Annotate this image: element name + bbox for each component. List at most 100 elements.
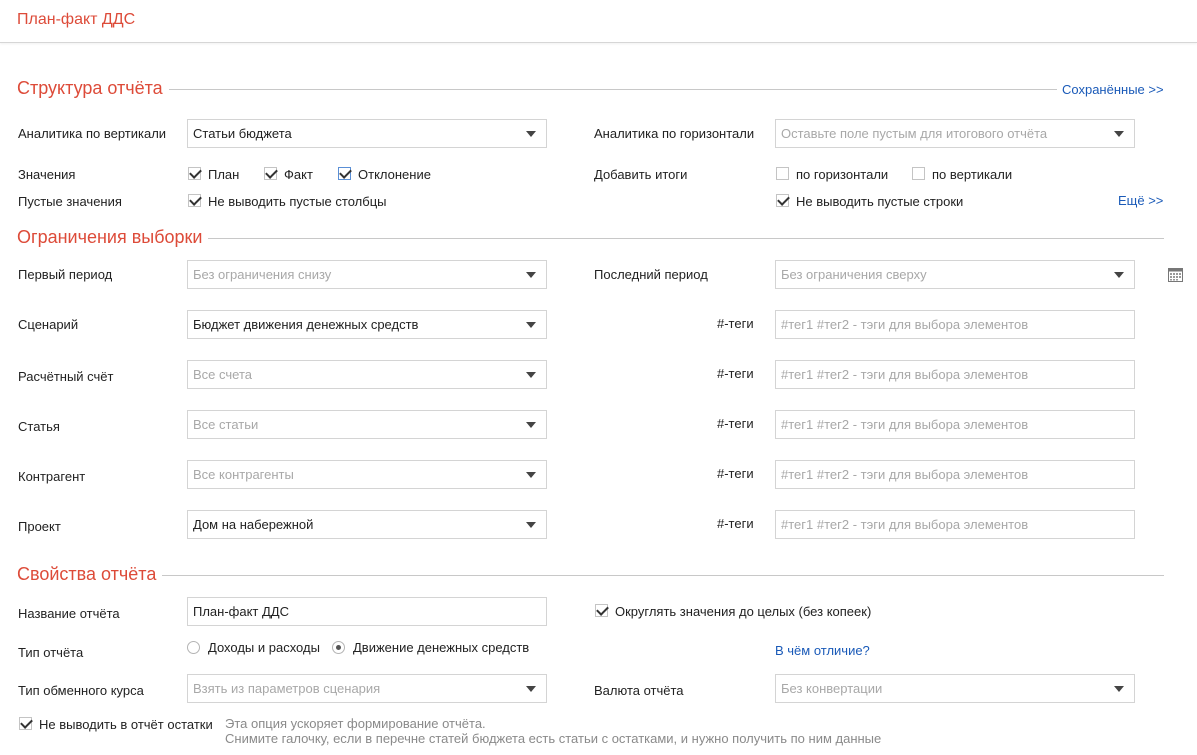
more-options-link[interactable]: Ещё >>: [1118, 193, 1163, 208]
chevron-down-icon: [1114, 272, 1124, 278]
first-period-select[interactable]: Без ограничения снизу: [187, 260, 547, 289]
account-placeholder: Все счета: [193, 367, 252, 382]
report-name-label: Название отчёта: [18, 606, 120, 621]
chevron-down-icon: [526, 522, 536, 528]
chevron-down-icon: [526, 372, 536, 378]
counterparty-tags-input[interactable]: #тег1 #тег2 - тэги для выбора элементов: [775, 460, 1135, 489]
hide-balances-hint-line1: Эта опция ускоряет формирование отчёта.: [225, 716, 486, 731]
horizontal-analytics-label: Аналитика по горизонтали: [594, 126, 755, 141]
chevron-down-icon: [526, 422, 536, 428]
difference-link[interactable]: В чём отличие?: [775, 643, 870, 658]
calendar-icon[interactable]: [1168, 267, 1183, 282]
tags-placeholder: #тег1 #тег2 - тэги для выбора элементов: [781, 317, 1029, 332]
totals-label: Добавить итоги: [594, 167, 688, 182]
section-divider: [160, 575, 1164, 576]
horizontal-analytics-select[interactable]: Оставьте поле пустым для итогового отчёт…: [775, 119, 1135, 148]
checkbox-totals-vertical[interactable]: [912, 167, 925, 180]
chevron-down-icon: [1114, 131, 1124, 137]
chevron-down-icon: [1114, 686, 1124, 692]
first-period-label: Первый период: [18, 267, 113, 282]
first-period-placeholder: Без ограничения снизу: [193, 267, 332, 282]
checkbox-totals-vertical-label: по вертикали: [932, 167, 1013, 182]
checkbox-hide-balances[interactable]: [19, 717, 32, 730]
budget-item-placeholder: Все статьи: [193, 417, 259, 432]
chevron-down-icon: [526, 272, 536, 278]
tags-placeholder: #тег1 #тег2 - тэги для выбора элементов: [781, 467, 1029, 482]
checkbox-deviation-label: Отклонение: [358, 167, 431, 182]
section-title-filters: Ограничения выборки: [17, 227, 209, 248]
report-name-input[interactable]: План-факт ДДС: [187, 597, 547, 626]
project-select[interactable]: Дом на набережной: [187, 510, 547, 539]
exchange-rate-label: Тип обменного курса: [18, 683, 144, 698]
radio-cash-flow-label: Движение денежных средств: [353, 640, 530, 655]
chevron-down-icon: [526, 472, 536, 478]
report-type-label: Тип отчёта: [18, 645, 84, 660]
tags-placeholder: #тег1 #тег2 - тэги для выбора элементов: [781, 367, 1029, 382]
counterparty-label: Контрагент: [18, 469, 86, 484]
last-period-select[interactable]: Без ограничения сверху: [775, 260, 1135, 289]
tags-label: #-теги: [717, 416, 754, 431]
checkbox-round-values-label: Округлять значения до целых (без копеек): [615, 604, 872, 619]
top-bar: План-факт ДДС: [0, 0, 1197, 43]
counterparty-select[interactable]: Все контрагенты: [187, 460, 547, 489]
account-select[interactable]: Все счета: [187, 360, 547, 389]
checkbox-fact-label: Факт: [284, 167, 313, 182]
last-period-label: Последний период: [594, 267, 708, 282]
checkbox-hide-empty-rows[interactable]: [776, 194, 789, 207]
values-label: Значения: [18, 167, 76, 182]
currency-placeholder: Без конвертации: [781, 681, 883, 696]
tags-label: #-теги: [717, 316, 754, 331]
scenario-label: Сценарий: [18, 317, 79, 332]
budget-item-tags-input[interactable]: #тег1 #тег2 - тэги для выбора элементов: [775, 410, 1135, 439]
chevron-down-icon: [526, 131, 536, 137]
checkbox-totals-horizontal-label: по горизонтали: [796, 167, 889, 182]
saved-reports-link[interactable]: Сохранённые >>: [1062, 82, 1164, 97]
section-divider: [150, 89, 1057, 90]
vertical-analytics-select[interactable]: Статьи бюджета: [187, 119, 547, 148]
checkbox-totals-horizontal[interactable]: [776, 167, 789, 180]
budget-item-select[interactable]: Все статьи: [187, 410, 547, 439]
radio-cash-flow[interactable]: [332, 641, 345, 654]
scenario-select[interactable]: Бюджет движения денежных средств: [187, 310, 547, 339]
project-tags-input[interactable]: #тег1 #тег2 - тэги для выбора элементов: [775, 510, 1135, 539]
exchange-rate-placeholder: Взять из параметров сценария: [193, 681, 381, 696]
checkbox-hide-empty-columns[interactable]: [188, 194, 201, 207]
scenario-value: Бюджет движения денежных средств: [193, 317, 419, 332]
radio-income-expense[interactable]: [187, 641, 200, 654]
tags-label: #-теги: [717, 516, 754, 531]
currency-label: Валюта отчёта: [594, 683, 684, 698]
horizontal-analytics-placeholder: Оставьте поле пустым для итогового отчёт…: [781, 126, 1048, 141]
account-tags-input[interactable]: #тег1 #тег2 - тэги для выбора элементов: [775, 360, 1135, 389]
budget-item-label: Статья: [18, 419, 60, 434]
counterparty-placeholder: Все контрагенты: [193, 467, 294, 482]
chevron-down-icon: [526, 686, 536, 692]
vertical-analytics-label: Аналитика по вертикали: [18, 126, 167, 141]
tags-placeholder: #тег1 #тег2 - тэги для выбора элементов: [781, 417, 1029, 432]
tags-placeholder: #тег1 #тег2 - тэги для выбора элементов: [781, 517, 1029, 532]
checkbox-deviation[interactable]: [338, 167, 351, 180]
exchange-rate-select[interactable]: Взять из параметров сценария: [187, 674, 547, 703]
report-name-value: План-факт ДДС: [193, 604, 289, 619]
project-label: Проект: [18, 519, 61, 534]
checkbox-hide-empty-rows-label: Не выводить пустые строки: [796, 194, 964, 209]
scenario-tags-input[interactable]: #тег1 #тег2 - тэги для выбора элементов: [775, 310, 1135, 339]
empty-values-label: Пустые значения: [18, 194, 122, 209]
checkbox-plan-label: План: [208, 167, 240, 182]
chevron-down-icon: [526, 322, 536, 328]
currency-select[interactable]: Без конвертации: [775, 674, 1135, 703]
vertical-analytics-value: Статьи бюджета: [193, 126, 292, 141]
radio-income-expense-label: Доходы и расходы: [208, 640, 320, 655]
checkbox-plan[interactable]: [188, 167, 201, 180]
checkbox-fact[interactable]: [264, 167, 277, 180]
checkbox-hide-empty-columns-label: Не выводить пустые столбцы: [208, 194, 387, 209]
checkbox-hide-balances-label: Не выводить в отчёт остатки: [39, 717, 213, 732]
section-title-structure: Структура отчёта: [17, 78, 169, 99]
hide-balances-hint-line2: Снимите галочку, если в перечне статей б…: [225, 731, 882, 746]
project-value: Дом на набережной: [193, 517, 314, 532]
tags-label: #-теги: [717, 466, 754, 481]
page-title: План-факт ДДС: [17, 11, 136, 28]
last-period-placeholder: Без ограничения сверху: [781, 267, 927, 282]
section-divider: [200, 238, 1164, 239]
checkbox-round-values[interactable]: [595, 604, 608, 617]
tags-label: #-теги: [717, 366, 754, 381]
